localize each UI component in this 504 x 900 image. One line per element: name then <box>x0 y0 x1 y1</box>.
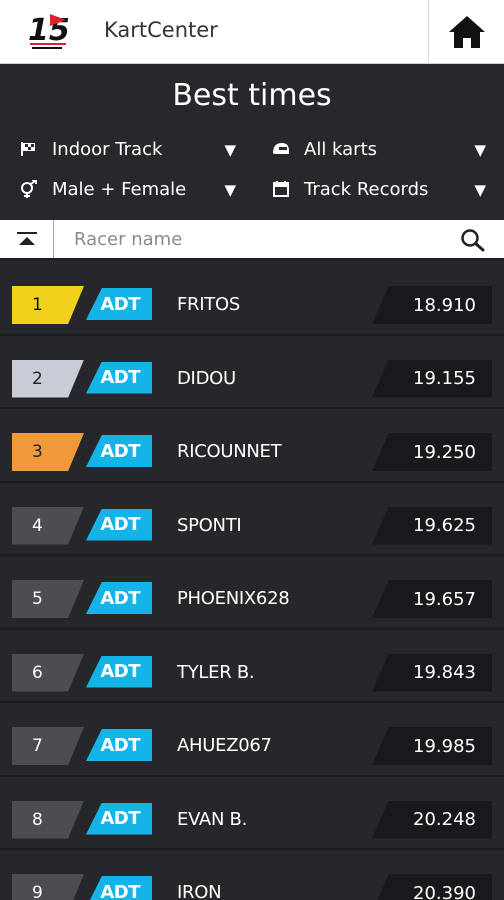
racer-name: DIDOU <box>177 367 236 389</box>
chevron-down-icon: ▼ <box>474 181 486 199</box>
top-bar: 15 KartCenter <box>0 0 504 64</box>
lap-time: 19.657 <box>372 580 492 618</box>
kartcenter-logo[interactable]: 15 <box>26 10 72 54</box>
lap-time: 20.390 <box>372 874 492 900</box>
rank-badge: 5 <box>12 580 84 618</box>
ranking-row[interactable]: 2 ADT DIDOU 19.155 <box>0 336 504 409</box>
page-title: Best times <box>172 78 332 113</box>
lap-time: 18.910 <box>372 286 492 324</box>
rank-badge: 7 <box>12 727 84 765</box>
gender-filter-label: Male + Female <box>52 178 187 200</box>
kart-badge: ADT <box>86 802 152 835</box>
rank-badge: 1 <box>12 286 84 324</box>
lap-time: 20.248 <box>372 800 492 839</box>
lap-time: 19.250 <box>372 433 492 471</box>
racer-name: SPONTI <box>177 514 242 536</box>
kart-badge: ADT <box>86 361 152 394</box>
rank-badge: 8 <box>12 800 84 839</box>
home-button[interactable] <box>428 0 504 64</box>
collapse-up-icon <box>16 232 37 245</box>
ranking-row[interactable]: 8 ADT EVAN B. 20.248 <box>0 777 504 850</box>
chevron-down-icon: ▼ <box>474 141 486 159</box>
flag-icon <box>18 139 40 159</box>
track-filter[interactable]: Indoor Track ▼ <box>18 134 236 164</box>
kart-badge: ADT <box>86 729 152 761</box>
chevron-down-icon: ▼ <box>224 181 236 199</box>
rank-badge: 6 <box>12 653 84 692</box>
ranking-row[interactable]: 3 ADT RICOUNNET 19.250 <box>0 409 504 483</box>
calendar-icon <box>270 179 292 199</box>
search-icon[interactable] <box>460 228 486 252</box>
search-bar <box>0 220 504 260</box>
rank-badge: 2 <box>12 359 84 398</box>
collapse-filters-button[interactable] <box>0 220 54 258</box>
ranking-row[interactable]: 5 ADT PHOENIX628 19.657 <box>0 556 504 630</box>
period-filter-label: Track Records <box>304 178 429 200</box>
kart-badge: ADT <box>86 435 152 467</box>
racer-name: AHUEZ067 <box>177 735 272 756</box>
rank-badge: 4 <box>12 506 84 545</box>
helmet-icon <box>270 139 292 159</box>
ranking-row[interactable]: 1 ADT FRITOS 18.910 <box>0 262 504 336</box>
svg-text:15: 15 <box>28 13 70 48</box>
lap-time: 19.843 <box>372 653 492 692</box>
kart-filter-label: All karts <box>304 138 378 160</box>
racer-name: RICOUNNET <box>177 441 282 462</box>
ranking-row[interactable]: 9 ADT IRON 20.390 <box>0 850 504 900</box>
chevron-down-icon: ▼ <box>224 141 236 159</box>
lap-time: 19.985 <box>372 727 492 765</box>
racer-name: IRON <box>177 882 222 900</box>
track-filter-label: Indoor Track <box>52 138 163 160</box>
kart-badge: ADT <box>86 288 152 320</box>
kart-badge: ADT <box>86 876 152 900</box>
lap-time: 19.625 <box>372 506 492 545</box>
kart-badge: ADT <box>86 655 152 688</box>
kart-badge: ADT <box>86 508 152 541</box>
gender-filter[interactable]: Male + Female ▼ <box>18 174 236 204</box>
racer-name: EVAN B. <box>177 808 248 830</box>
app-title: KartCenter <box>104 18 218 42</box>
gender-icon <box>18 179 40 199</box>
ranking-row[interactable]: 4 ADT SPONTI 19.625 <box>0 483 504 556</box>
racer-name: TYLER B. <box>177 661 255 683</box>
home-icon <box>448 16 485 48</box>
racer-name: FRITOS <box>177 294 240 315</box>
racer-search-input[interactable] <box>62 224 442 254</box>
period-filter[interactable]: Track Records ▼ <box>270 174 486 204</box>
ranking-row[interactable]: 7 ADT AHUEZ067 19.985 <box>0 703 504 777</box>
rank-badge: 9 <box>12 874 84 900</box>
ranking-row[interactable]: 6 ADT TYLER B. 19.843 <box>0 630 504 703</box>
rank-badge: 3 <box>12 433 84 471</box>
filters-panel: Best times Indoor Track ▼ All karts ▼ Ma… <box>0 64 504 220</box>
racer-name: PHOENIX628 <box>177 588 290 609</box>
ranking-list: 1 ADT FRITOS 18.910 2 ADT DIDOU 19.155 3 ADT RICOU… <box>0 262 504 900</box>
kart-filter[interactable]: All karts ▼ <box>270 134 486 164</box>
kart-badge: ADT <box>86 582 152 614</box>
lap-time: 19.155 <box>372 359 492 398</box>
